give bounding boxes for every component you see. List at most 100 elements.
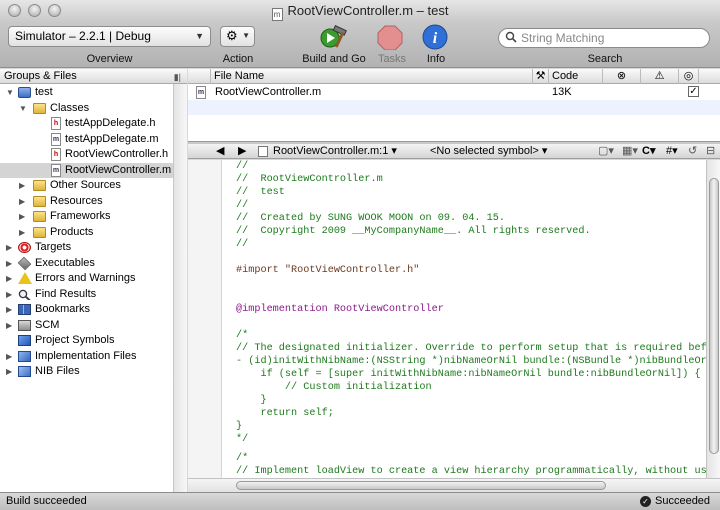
type-column-header[interactable] xyxy=(188,69,210,84)
warning-icon xyxy=(18,272,32,284)
file-popup[interactable]: RootViewController.m:1 ▾ xyxy=(273,144,397,158)
sidebar-item-nib-files[interactable]: ▶ NIB Files xyxy=(0,364,173,380)
file-list-row[interactable]: m RootViewController.m 13K ✓ xyxy=(188,85,720,100)
overview-popup[interactable]: Simulator – 2.2.1 | Debug ▼ xyxy=(8,26,211,47)
sidebar-item-errors-and-warnings[interactable]: ▶ Errors and Warnings xyxy=(0,271,173,287)
sidebar-item-label: Frameworks xyxy=(50,210,111,222)
sidebar-item-rootviewcontroller-h[interactable]: h RootViewController.h xyxy=(0,147,173,163)
sidebar-item-label: testAppDelegate.h xyxy=(65,117,156,129)
back-arrow-icon[interactable]: ◀ xyxy=(216,144,224,158)
info-icon: i xyxy=(422,24,448,50)
sidebar-item-targets[interactable]: ▶ Targets xyxy=(0,240,173,256)
breakpoints-popup-icon[interactable]: ▦▾ xyxy=(622,144,638,158)
info-button[interactable]: i xyxy=(422,24,450,50)
code-line: // The designated initializer. Override … xyxy=(236,343,706,354)
search-icon xyxy=(505,31,517,43)
sidebar-item-other-sources[interactable]: ▶ Other Sources xyxy=(0,178,173,194)
disclosure-open-icon[interactable]: ▼ xyxy=(6,85,14,100)
disclosure-closed-icon[interactable]: ▶ xyxy=(19,209,25,224)
sidebar-item-find-results[interactable]: ▶ Find Results xyxy=(0,287,173,303)
code-column-header[interactable]: Code xyxy=(548,69,602,84)
vertical-scroll-thumb[interactable] xyxy=(709,178,719,454)
code-line: // xyxy=(236,161,249,172)
search-input[interactable]: String Matching xyxy=(498,28,710,48)
file-list-empty-row xyxy=(188,100,720,115)
symbols-icon xyxy=(18,335,31,346)
groups-header[interactable]: Groups & Files ▮| xyxy=(0,69,187,84)
sidebar-item-testappdelegate-h[interactable]: h testAppDelegate.h xyxy=(0,116,173,132)
warnings-column-header[interactable]: ⚠ xyxy=(640,69,678,84)
code-editor[interactable]: // // RootViewController.m // test // //… xyxy=(188,160,706,478)
pragma-popup-icon[interactable]: #▾ xyxy=(666,144,678,158)
disclosure-closed-icon[interactable]: ▶ xyxy=(6,271,12,286)
counterparts-icon[interactable]: ↺ xyxy=(688,144,697,158)
source-file-icon: m xyxy=(51,163,61,177)
forward-arrow-icon[interactable]: ▶ xyxy=(238,144,246,158)
symbol-popup[interactable]: <No selected symbol> ▾ xyxy=(430,144,547,158)
disclosure-closed-icon[interactable]: ▶ xyxy=(6,349,12,364)
bookmarks-popup-icon[interactable]: ▢▾ xyxy=(598,144,614,158)
folder-icon xyxy=(33,226,46,238)
code-line: #import "RootViewController.h" xyxy=(236,265,420,276)
sidebar-item-project-symbols[interactable]: Project Symbols xyxy=(0,333,173,349)
sidebar-item-products[interactable]: ▶ Products xyxy=(0,225,173,241)
lock-icon[interactable]: ⊟ xyxy=(706,144,715,158)
code-line: // xyxy=(236,239,249,250)
disclosure-closed-icon[interactable]: ▶ xyxy=(6,287,12,302)
disclosure-closed-icon[interactable]: ▶ xyxy=(6,240,12,255)
sidebar-scrollbar[interactable] xyxy=(173,84,187,492)
code-line: /* xyxy=(236,453,249,464)
sidebar-item-classes[interactable]: ▼ Classes xyxy=(0,101,173,117)
errors-column-header[interactable]: ⊗ xyxy=(602,69,640,84)
split-view-icon[interactable]: ▮| xyxy=(174,70,181,84)
bookmarks-icon xyxy=(18,304,31,315)
sidebar-item-resources[interactable]: ▶ Resources xyxy=(0,194,173,210)
file-name-column-header[interactable]: File Name xyxy=(210,69,532,84)
editor-vertical-scrollbar[interactable] xyxy=(706,160,720,478)
editor-horizontal-scrollbar[interactable] xyxy=(188,478,720,492)
action-popup[interactable]: ⚙ ▼ xyxy=(220,26,255,47)
build-column-header[interactable]: ⚒ xyxy=(532,69,548,84)
symbol-popup-label: <No selected symbol> xyxy=(430,145,539,157)
disclosure-closed-icon[interactable]: ▶ xyxy=(19,225,25,240)
hammer-small-icon: ⚒ xyxy=(535,70,546,82)
sidebar-item-implementation-files[interactable]: ▶ Implementation Files xyxy=(0,349,173,365)
sidebar-item-frameworks[interactable]: ▶ Frameworks xyxy=(0,209,173,225)
sidebar-item-label: RootViewController.m xyxy=(65,163,172,176)
language-popup[interactable]: C▾ xyxy=(642,144,655,158)
sidebar-item-label: Bookmarks xyxy=(35,303,91,315)
sidebar-item-bookmarks[interactable]: ▶ Bookmarks xyxy=(0,302,173,318)
sidebar-item-testappdelegate-m[interactable]: m testAppDelegate.m xyxy=(0,132,173,148)
disclosure-closed-icon[interactable]: ▶ xyxy=(19,194,25,209)
column-options-header[interactable] xyxy=(698,69,720,84)
target-membership-checkbox[interactable]: ✓ xyxy=(688,86,699,97)
code-line: } xyxy=(236,421,243,432)
disclosure-closed-icon[interactable]: ▶ xyxy=(6,302,12,317)
sidebar-item-executables[interactable]: ▶ Executables xyxy=(0,256,173,272)
sidebar-item-label: Resources xyxy=(50,194,103,207)
disclosure-closed-icon[interactable]: ▶ xyxy=(6,364,12,379)
horizontal-scroll-thumb[interactable] xyxy=(236,481,606,490)
disclosure-open-icon[interactable]: ▼ xyxy=(19,101,27,116)
sidebar-item-scm[interactable]: ▶ SCM xyxy=(0,318,173,334)
xcode-window: m RootViewController.m – test Simulator –… xyxy=(0,0,720,510)
target-column-header[interactable]: ◎ xyxy=(678,69,698,84)
sidebar-item-label: Project Symbols xyxy=(35,334,115,346)
file-list-header: File Name ⚒ Code ⊗ ⚠ ◎ xyxy=(188,69,720,84)
source-file-icon: m xyxy=(196,86,206,99)
disclosure-closed-icon[interactable]: ▶ xyxy=(19,178,25,193)
folder-icon xyxy=(33,102,46,114)
tasks-button[interactable] xyxy=(376,24,404,51)
disclosure-closed-icon[interactable]: ▶ xyxy=(6,256,12,271)
disclosure-closed-icon[interactable]: ▶ xyxy=(6,318,12,333)
sidebar-item-label: testAppDelegate.m xyxy=(65,132,159,145)
build-and-go-button[interactable] xyxy=(320,24,348,50)
file-list-row-name: RootViewController.m xyxy=(215,86,322,98)
executables-icon xyxy=(17,256,32,270)
title-bar: m RootViewController.m – test xyxy=(0,0,720,22)
sidebar-item-label: test xyxy=(35,86,53,98)
editor-gutter[interactable] xyxy=(188,160,222,478)
sidebar-item-rootviewcontroller-m[interactable]: m RootViewController.m xyxy=(0,162,173,178)
code-text[interactable]: // // RootViewController.m // test // //… xyxy=(236,160,706,478)
sidebar-item-test[interactable]: ▼ test xyxy=(0,85,173,101)
